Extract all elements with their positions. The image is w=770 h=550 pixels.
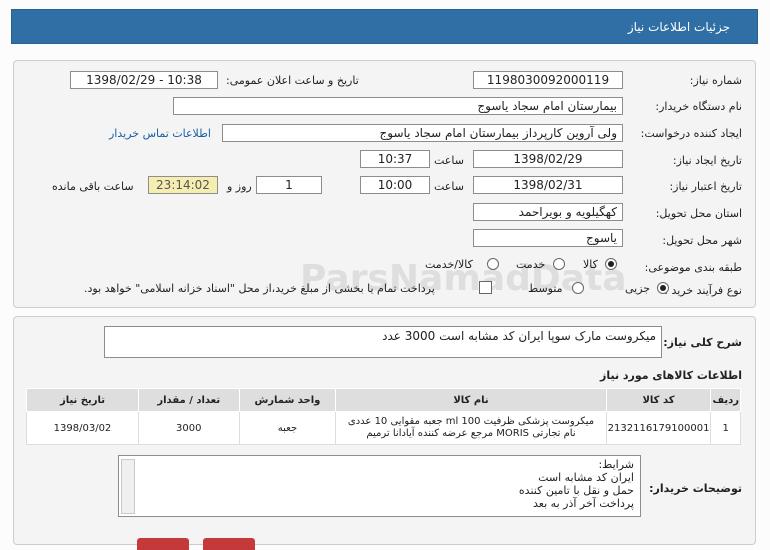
days-label: روز و: [227, 180, 252, 193]
city-label: شهر محل تحویل:: [662, 234, 742, 247]
notes-line-2: ایران کد مشابه است: [538, 471, 634, 484]
need-number-label: شماره نیاز:: [689, 74, 742, 87]
col-unit: واحد شمارش: [238, 388, 337, 412]
notes-line-4: پرداخت آخر آذر به بعد: [533, 497, 634, 510]
buyer-notes-label: توضیحات خریدار:: [649, 482, 742, 495]
valid-date-label: تاریخ اعتبار نیاز:: [669, 180, 742, 193]
valid-time-label: ساعت: [434, 180, 464, 193]
process-label: نوع فرآیند خرید :: [664, 284, 742, 297]
col-code: کد کالا: [605, 388, 712, 412]
items-table: ردیف کد کالا نام کالا واحد شمارش تعداد /…: [26, 388, 741, 445]
cell-unit: جعبه: [238, 411, 337, 445]
action-button-1[interactable]: [137, 538, 189, 550]
requester-field: ولی آروین کارپرداز بیمارستان امام سجاد ی…: [222, 124, 623, 142]
table-row: 1 2132116179100001 میکروست پزشکی ظرفیت m…: [26, 411, 741, 445]
created-date-label: تاریخ ایجاد نیاز:: [672, 154, 742, 167]
col-name: نام کالا: [335, 388, 607, 412]
items-table-header: ردیف کد کالا نام کالا واحد شمارش تعداد /…: [26, 388, 741, 412]
category-radio-goods[interactable]: [605, 258, 617, 270]
category-radio-service[interactable]: [553, 258, 565, 270]
notes-scrollbar[interactable]: [121, 459, 135, 514]
cell-qty: 3000: [137, 411, 240, 445]
treasury-payment-checkbox[interactable]: [479, 281, 492, 294]
valid-date-field: 1398/02/31: [473, 176, 623, 194]
action-button-2[interactable]: [203, 538, 255, 550]
buyer-contact-link[interactable]: اطلاعات تماس خریدار: [109, 127, 211, 140]
category-option-service: خدمت: [516, 258, 546, 271]
process-radio-medium[interactable]: [572, 282, 584, 294]
col-row: ردیف: [710, 388, 741, 412]
category-option-both: کالا/خدمت: [425, 258, 473, 271]
remaining-label: ساعت باقی مانده: [52, 180, 134, 193]
items-section-title: اطلاعات کالاهای مورد نیاز: [600, 369, 742, 382]
created-date-field: 1398/02/29: [473, 150, 623, 168]
process-option-medium: متوسط: [528, 282, 563, 295]
title-bar: جزئیات اطلاعات نیاز: [11, 9, 758, 44]
process-option-minor: جزیی: [625, 282, 651, 295]
notes-line-3: حمل و نقل با تامین کننده: [518, 484, 634, 497]
city-field: یاسوج: [473, 229, 623, 247]
page-title: جزئیات اطلاعات نیاز: [627, 20, 730, 34]
announce-field: 1398/02/29 - 10:38: [70, 71, 218, 89]
created-time-label: ساعت: [434, 154, 464, 167]
cell-name: میکروست پزشکی ظرفیت ml 100 جعبه مقوایی 1…: [335, 411, 607, 445]
province-label: استان محل تحویل:: [655, 207, 742, 220]
remaining-time-field: 23:14:02: [148, 176, 218, 194]
summary-field: میکروست مارک سوپا ایران کد مشابه است 300…: [104, 326, 662, 358]
col-qty: تعداد / مقدار: [137, 388, 240, 412]
cell-row: 1: [710, 411, 741, 445]
category-label: طبقه بندی موضوعی:: [644, 261, 742, 274]
buyer-notes-textarea[interactable]: شرایط: ایران کد مشابه است حمل و نقل با ت…: [118, 455, 641, 517]
col-date: تاریخ نیاز: [26, 388, 139, 412]
buyer-org-field: بیمارستان امام سجاد یاسوج: [173, 97, 623, 115]
cell-name-line1: میکروست پزشکی ظرفیت ml 100 جعبه مقوایی 1…: [347, 416, 595, 427]
cell-date: 1398/03/02: [26, 411, 139, 445]
province-field: کهگیلویه و بویراحمد: [473, 203, 623, 221]
announce-label: تاریخ و ساعت اعلان عمومی:: [226, 74, 359, 87]
days-field: 1: [256, 176, 322, 194]
valid-time-field: 10:00: [360, 176, 430, 194]
need-number-field: 1198030092000119: [473, 71, 623, 89]
requester-label: ایجاد کننده درخواست:: [640, 127, 742, 140]
process-radio-minor[interactable]: [657, 282, 669, 294]
created-time-field: 10:37: [360, 150, 430, 168]
cell-code: 2132116179100001: [605, 411, 712, 445]
summary-label: شرح کلی نیاز:: [663, 336, 742, 349]
notes-line-1: شرایط:: [598, 458, 634, 471]
cell-name-line2: نام تجارتی MORIS مرجع عرضه کننده آیادانا…: [366, 428, 576, 439]
category-option-goods: کالا: [583, 258, 598, 271]
treasury-payment-note: پرداخت تمام یا بخشی از مبلغ خرید،از محل …: [84, 282, 435, 295]
category-radio-both[interactable]: [487, 258, 499, 270]
buyer-org-label: نام دستگاه خریدار:: [655, 100, 742, 113]
